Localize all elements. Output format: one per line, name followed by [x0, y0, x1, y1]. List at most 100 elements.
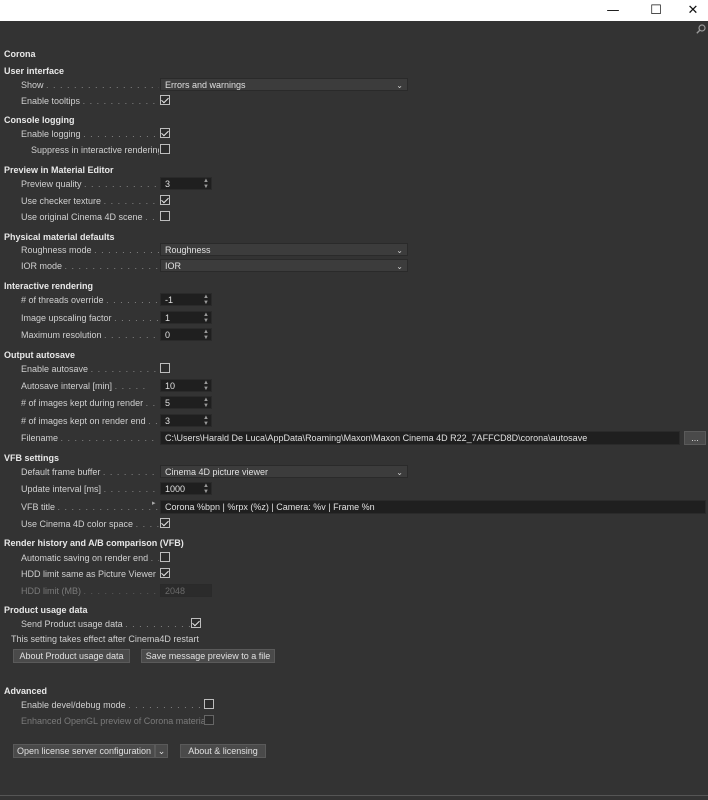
suppress-label: Suppress in interactive rendering: [31, 145, 159, 155]
usage-note: This setting takes effect after Cinema4D…: [11, 634, 199, 644]
section-advanced: Advanced: [4, 686, 48, 696]
update-interval-label: Update interval [ms] . . . . . . . . .: [21, 484, 159, 494]
maxres-input[interactable]: 0 ▲ ▼: [160, 328, 212, 341]
section-history: Render history and A/B comparison (VFB): [4, 538, 184, 548]
colorspace-checkbox[interactable]: [160, 518, 170, 528]
row-original-scene: Use original Cinema 4D scene . . .: [0, 210, 708, 224]
opengl-label: Enhanced OpenGL preview of Corona materi…: [21, 716, 206, 726]
send-usage-label: Send Product usage data . . . . . . . . …: [21, 619, 191, 629]
browse-button[interactable]: ...: [684, 431, 706, 445]
chevron-down-icon: ⌄: [396, 468, 403, 477]
section-interactive: Interactive rendering: [4, 281, 94, 291]
frame-buffer-select[interactable]: Cinema 4D picture viewer ⌄: [160, 465, 408, 478]
preview-quality-input[interactable]: 3 ▲ ▼: [160, 177, 212, 190]
preview-quality-label: Preview quality . . . . . . . . . . . . …: [21, 179, 159, 189]
row-checker: Use checker texture . . . . . . . . . .: [0, 194, 708, 208]
enable-autosave-checkbox[interactable]: [160, 363, 170, 373]
spinner-icon[interactable]: ▲ ▼: [203, 483, 209, 495]
threads-input[interactable]: -1 ▲ ▼: [160, 293, 212, 306]
colorspace-label: Use Cinema 4D color space . . . . .: [21, 519, 159, 529]
row-filename: Filename . . . . . . . . . . . . . . . .…: [0, 431, 708, 445]
spinner-icon[interactable]: ▲ ▼: [203, 294, 209, 306]
row-preview-quality: Preview quality . . . . . . . . . . . . …: [0, 177, 708, 191]
original-scene-checkbox[interactable]: [160, 211, 170, 221]
tooltips-checkbox[interactable]: [160, 95, 170, 105]
hdd-same-checkbox[interactable]: [160, 568, 170, 578]
section-vfb: VFB settings: [4, 453, 60, 463]
maxres-label: Maximum resolution . . . . . . . .: [21, 330, 157, 340]
autosave-interval-input[interactable]: 10 ▲ ▼: [160, 379, 212, 392]
logging-label: Enable logging . . . . . . . . . . . . .…: [21, 129, 159, 139]
section-preview: Preview in Material Editor: [4, 165, 114, 175]
checker-checkbox[interactable]: [160, 195, 170, 205]
filename-label: Filename . . . . . . . . . . . . . . . .…: [21, 433, 159, 443]
suppress-checkbox[interactable]: [160, 144, 170, 154]
chevron-down-icon: ⌄: [396, 81, 403, 90]
checker-label: Use checker texture . . . . . . . . . .: [21, 196, 159, 206]
kept-end-input[interactable]: 3 ▲ ▼: [160, 414, 212, 427]
auto-saving-label: Automatic saving on render end . .: [21, 553, 159, 563]
update-interval-input[interactable]: 1000 ▲ ▼: [160, 482, 212, 495]
kept-during-label: # of images kept during render . .: [21, 398, 157, 408]
spinner-icon[interactable]: ▲ ▼: [203, 380, 209, 392]
row-devel: Enable devel/debug mode . . . . . . . . …: [0, 698, 708, 712]
ior-select[interactable]: IOR ⌄: [160, 259, 408, 272]
show-select[interactable]: Errors and warnings ⌄: [160, 78, 408, 91]
spinner-icon[interactable]: ▲ ▼: [203, 329, 209, 341]
vfb-title-label: VFB title . . . . . . . . . . . . . . . …: [21, 502, 159, 512]
section-autosave: Output autosave: [4, 350, 76, 360]
kept-during-input[interactable]: 5 ▲ ▼: [160, 396, 212, 409]
row-roughness: Roughness mode . . . . . . . . . . . . R…: [0, 243, 708, 257]
section-console-logging: Console logging: [4, 115, 75, 125]
row-kept-during: # of images kept during render . . 5 ▲ ▼: [0, 396, 708, 410]
row-colorspace: Use Cinema 4D color space . . . . .: [0, 517, 708, 531]
row-opengl: Enhanced OpenGL preview of Corona materi…: [0, 714, 708, 728]
about-usage-button[interactable]: About Product usage data: [13, 649, 130, 663]
row-autosave-interval: Autosave interval [min] . . . . . 10 ▲ ▼: [0, 379, 708, 393]
roughness-select[interactable]: Roughness ⌄: [160, 243, 408, 256]
section-usage: Product usage data: [4, 605, 88, 615]
row-send-usage: Send Product usage data . . . . . . . . …: [0, 617, 708, 631]
row-hdd-same: HDD limit same as Picture Viewer: [0, 567, 708, 581]
ior-label: IOR mode . . . . . . . . . . . . . . . .…: [21, 261, 159, 271]
license-dropdown-button[interactable]: ⌄: [155, 744, 168, 758]
license-server-button[interactable]: Open license server configuration: [13, 744, 155, 758]
tooltips-label: Enable tooltips . . . . . . . . . . . . …: [21, 96, 159, 106]
row-update-interval: Update interval [ms] . . . . . . . . . 1…: [0, 482, 708, 496]
enable-autosave-label: Enable autosave . . . . . . . . . . . . …: [21, 364, 159, 374]
threads-label: # of threads override . . . . . . . . .: [21, 295, 159, 305]
section-user-interface: User interface: [4, 66, 65, 76]
send-usage-checkbox[interactable]: [191, 618, 201, 628]
spinner-icon[interactable]: ▲ ▼: [203, 312, 209, 324]
spinner-icon[interactable]: ▲ ▼: [203, 397, 209, 409]
devel-checkbox[interactable]: [204, 699, 214, 709]
show-label: Show . . . . . . . . . . . . . . . . . .…: [21, 80, 159, 90]
section-physical: Physical material defaults: [4, 232, 115, 242]
row-auto-saving: Automatic saving on render end . .: [0, 551, 708, 565]
filename-input[interactable]: C:\Users\Harald De Luca\AppData\Roaming\…: [160, 431, 680, 445]
about-licensing-button[interactable]: About & licensing: [180, 744, 266, 758]
row-maxres: Maximum resolution . . . . . . . . 0 ▲ ▼: [0, 328, 708, 342]
roughness-label: Roughness mode . . . . . . . . . . . .: [21, 245, 159, 255]
save-preview-button[interactable]: Save message preview to a file: [141, 649, 275, 663]
kept-end-label: # of images kept on render end . .: [21, 416, 159, 426]
row-logging: Enable logging . . . . . . . . . . . . .…: [0, 127, 708, 141]
devel-label: Enable devel/debug mode . . . . . . . . …: [21, 700, 206, 710]
chevron-down-icon: ⌄: [157, 746, 166, 756]
row-suppress: Suppress in interactive rendering: [0, 143, 708, 157]
upscale-label: Image upscaling factor . . . . . . .: [21, 313, 159, 323]
row-kept-end: # of images kept on render end . . 3 ▲ ▼: [0, 414, 708, 428]
row-ior: IOR mode . . . . . . . . . . . . . . . .…: [0, 259, 708, 273]
row-tooltips: Enable tooltips . . . . . . . . . . . . …: [0, 94, 708, 108]
upscale-input[interactable]: 1 ▲ ▼: [160, 311, 212, 324]
vfb-title-input[interactable]: Corona %bpn | %rpx (%z) | Camera: %v | F…: [160, 500, 706, 514]
spinner-icon[interactable]: ▲ ▼: [203, 178, 209, 190]
row-vfb-title: VFB title . . . . . . . . . . . . . . . …: [0, 500, 708, 514]
row-frame-buffer: Default frame buffer . . . . . . . . . .…: [0, 465, 708, 479]
logging-checkbox[interactable]: [160, 128, 170, 138]
spinner-icon[interactable]: ▲ ▼: [203, 415, 209, 427]
expand-arrow-icon[interactable]: ▸: [152, 499, 156, 507]
chevron-down-icon: ⌄: [396, 262, 403, 271]
auto-saving-checkbox[interactable]: [160, 552, 170, 562]
row-show: Show . . . . . . . . . . . . . . . . . .…: [0, 78, 708, 92]
